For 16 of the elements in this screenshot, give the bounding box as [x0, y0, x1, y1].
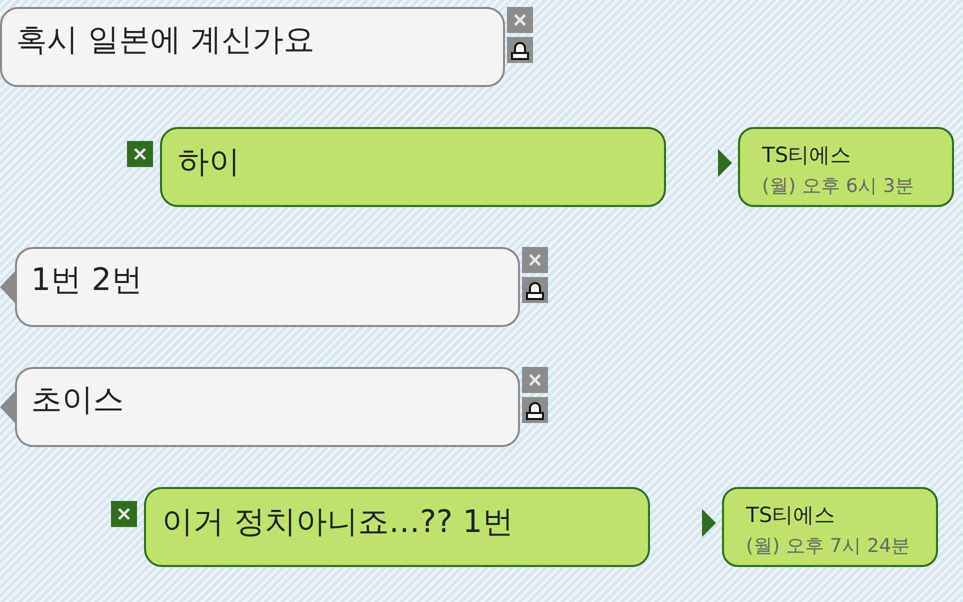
timestamp: (월) 오후 7시 24분 — [746, 534, 912, 559]
close-icon[interactable] — [111, 501, 137, 527]
sender-name: TS티에스 — [746, 502, 836, 529]
arrow-icon — [718, 149, 732, 177]
close-icon[interactable] — [127, 141, 153, 167]
lock-icon[interactable] — [507, 37, 533, 63]
message-bubble: 혹시 일본에 계신가요 — [0, 7, 505, 87]
lock-icon[interactable] — [522, 277, 548, 303]
lock-icon[interactable] — [522, 397, 548, 423]
sender-name: TS티에스 — [762, 142, 852, 169]
message-bubble: 이거 정치아니죠…?? 1번 — [144, 487, 650, 567]
arrow-icon — [702, 509, 716, 537]
message-bubble: 초이스 — [15, 367, 520, 447]
message-bubble: 하이 — [160, 127, 666, 207]
timestamp: (월) 오후 6시 3분 — [762, 174, 916, 199]
message-bubble: 1번 2번 — [15, 247, 520, 327]
